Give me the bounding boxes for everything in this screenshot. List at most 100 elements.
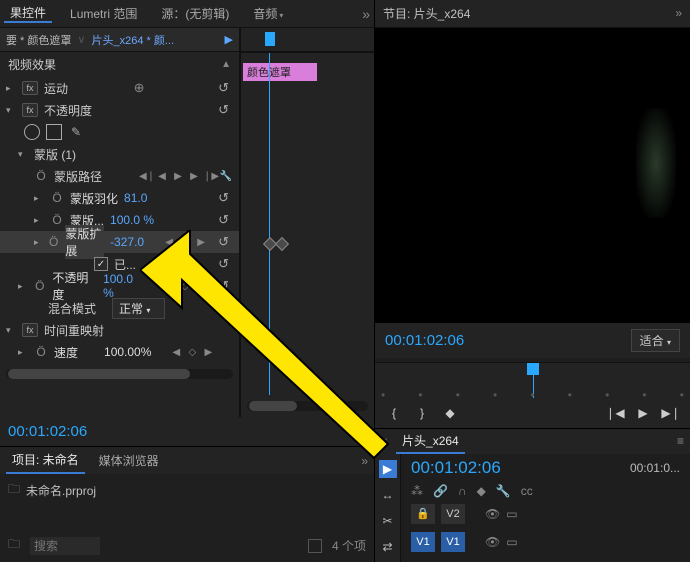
reset-icon[interactable]: ↺ xyxy=(214,256,233,272)
tab-source[interactable]: 源：(无剪辑) xyxy=(155,5,235,22)
opacity-value-row[interactable]: ▸ Ö 不透明度 100.0 % ◀ ◇ ▶ ↺ xyxy=(0,275,239,297)
link-icon[interactable]: 🔗 xyxy=(433,484,448,498)
mini-clip[interactable]: 颜色遮罩 xyxy=(243,63,317,81)
list-view-icon[interactable]: 🗀 xyxy=(8,535,20,556)
crumb-clip[interactable]: 片头_x264 * 颜... xyxy=(91,32,174,48)
step-fwd-icon[interactable]: ▶❘ xyxy=(662,404,680,422)
track-header-v1-source[interactable]: V1 xyxy=(411,532,435,552)
panel-menu-icon[interactable]: » xyxy=(675,6,682,20)
effect-controls-timecode[interactable]: 00:01:02:06 xyxy=(0,417,374,446)
snap-icon[interactable]: ⁂ xyxy=(411,484,423,498)
kf-add-icon[interactable]: ◇ xyxy=(178,237,192,248)
tab-effect-controls[interactable]: 果控件 xyxy=(4,4,52,23)
track-header-v1-target[interactable]: V1 xyxy=(441,532,465,552)
lock-icon[interactable]: 🔒 xyxy=(411,504,435,524)
mask-opacity-row[interactable]: ▸ Ö 蒙版... 100.0 % ↺ xyxy=(0,209,239,231)
toggle-output-icon[interactable]: 👁 xyxy=(485,535,500,549)
tab-audio[interactable]: 音频▾ xyxy=(247,5,289,22)
cc-icon[interactable]: cc xyxy=(521,484,533,498)
kf-add-icon[interactable]: ◇ xyxy=(178,281,192,292)
pen-mask-icon[interactable]: ✎ xyxy=(68,124,84,140)
track-prev-icon[interactable]: ◀❘ xyxy=(139,171,153,182)
toggle-sync-icon[interactable]: ▭ xyxy=(506,507,517,521)
panel-menu-icon[interactable]: » xyxy=(361,454,368,468)
selection-tool-icon[interactable]: ▶ xyxy=(379,460,397,478)
add-marker-icon[interactable]: ◆ xyxy=(441,404,459,422)
track-next-icon[interactable]: ❘▶ xyxy=(203,171,217,182)
mask-opacity-value[interactable]: 100.0 % xyxy=(110,213,154,227)
mark-out-icon[interactable]: } xyxy=(413,404,431,422)
track-fwd-icon[interactable]: ▶ xyxy=(187,171,201,182)
marker-icon[interactable]: ∩ xyxy=(458,484,467,498)
project-search-input[interactable] xyxy=(30,537,100,555)
kf-prev-icon[interactable]: ◀ xyxy=(169,347,183,358)
step-back-icon[interactable]: ❘◀ xyxy=(606,404,624,422)
effect-motion-row[interactable]: ▸ fx 运动 ⊕ ↺ xyxy=(0,77,239,99)
program-timecode[interactable]: 00:01:02:06 xyxy=(385,332,464,349)
track-back-icon[interactable]: ◀ xyxy=(155,171,169,182)
mask-feather-value[interactable]: 81.0 xyxy=(124,191,147,205)
panel-menu-icon[interactable]: » xyxy=(362,6,370,22)
opacity2-value[interactable]: 100.0 % xyxy=(103,272,144,300)
keyframe-diamond-icon[interactable] xyxy=(275,237,289,251)
reset-icon[interactable]: ↺ xyxy=(214,212,233,228)
rect-mask-icon[interactable] xyxy=(46,124,62,140)
speed-row[interactable]: ▸ Ö 速度 100.00% ◀ ◇ ▶ xyxy=(0,341,239,363)
mark-in-icon[interactable]: { xyxy=(385,404,403,422)
filter-box-icon[interactable] xyxy=(308,539,322,553)
stopwatch-icon[interactable]: Ö xyxy=(33,279,46,293)
stopwatch-icon[interactable]: Ö xyxy=(34,169,48,183)
kf-add-icon[interactable]: ◇ xyxy=(185,347,199,358)
kf-prev-icon[interactable]: ◀ xyxy=(162,281,176,292)
effect-opacity-row[interactable]: ▾ fx 不透明度 ↺ xyxy=(0,99,239,121)
ellipse-mask-icon[interactable] xyxy=(24,124,40,140)
mask-group-row[interactable]: ▾ 蒙版 (1) xyxy=(0,143,239,165)
track-header-v2[interactable]: V2 xyxy=(441,504,465,524)
panel-h-scrollbar[interactable] xyxy=(6,369,233,379)
time-remap-row[interactable]: ▾ fx 时间重映射 xyxy=(0,319,239,341)
settings-icon[interactable]: ◆ xyxy=(477,484,486,498)
razor-tool-icon[interactable]: ✂ xyxy=(379,512,397,530)
wrench-icon[interactable]: 🔧 xyxy=(496,484,511,498)
play-icon[interactable]: ▶ xyxy=(634,404,652,422)
speed-value[interactable]: 100.00% xyxy=(104,345,151,359)
mini-playhead-icon[interactable] xyxy=(265,32,275,46)
stopwatch-icon[interactable]: Ö xyxy=(50,191,64,205)
tab-project[interactable]: 项目: 未命名 xyxy=(6,447,85,474)
stopwatch-icon[interactable]: Ö xyxy=(48,235,59,249)
toggle-output-icon[interactable]: 👁 xyxy=(485,507,500,521)
ripple-tool-icon[interactable]: ↔ xyxy=(379,486,397,504)
toggle-sync-icon[interactable]: ▭ xyxy=(506,535,517,549)
program-tab[interactable]: 节目: 片头_x264 xyxy=(383,5,470,22)
kf-next-icon[interactable]: ▶ xyxy=(194,237,208,248)
target-icon[interactable]: ⊕ xyxy=(134,80,145,96)
reset-icon[interactable]: ↺ xyxy=(214,234,233,250)
sequence-timecode[interactable]: 00:01:02:06 xyxy=(411,458,501,478)
kf-prev-icon[interactable]: ◀ xyxy=(162,237,176,248)
slip-tool-icon[interactable]: ⇄ xyxy=(379,538,397,556)
mask-expansion-row[interactable]: ▸ Ö 蒙版扩展 -327.0 ◀ ◇ ▶ ↺ xyxy=(0,231,239,253)
reset-opacity-icon[interactable]: ↺ xyxy=(214,102,233,118)
kf-next-icon[interactable]: ▶ xyxy=(201,347,215,358)
mask-feather-row[interactable]: ▸ Ö 蒙版羽化 81.0 ↺ xyxy=(0,187,239,209)
mask-path-row[interactable]: Ö 蒙版路径 ◀❘ ◀ ▶ ▶ ❘▶ 🔧 xyxy=(0,165,239,187)
sequence-tab[interactable]: 片头_x264 xyxy=(396,429,465,454)
track-play-icon[interactable]: ▶ xyxy=(171,171,185,182)
mask-expansion-value[interactable]: -327.0 xyxy=(110,235,144,249)
stopwatch-icon[interactable]: Ö xyxy=(34,345,48,359)
reset-motion-icon[interactable]: ↺ xyxy=(214,80,233,96)
reset-icon[interactable]: ↺ xyxy=(214,300,233,316)
wrench-icon[interactable]: 🔧 xyxy=(219,171,233,182)
panel-menu-icon[interactable]: ≡ xyxy=(677,434,684,448)
blend-mode-row[interactable]: 混合模式 正常 ▾ ↺ xyxy=(0,297,239,319)
tab-lumetri[interactable]: Lumetri 范围 xyxy=(64,5,143,22)
reset-icon[interactable]: ↺ xyxy=(214,278,233,294)
stopwatch-icon[interactable]: Ö xyxy=(50,213,64,227)
mini-h-scrollbar[interactable] xyxy=(247,401,368,411)
kf-next-icon[interactable]: ▶ xyxy=(194,281,208,292)
program-monitor[interactable] xyxy=(375,28,690,324)
reset-icon[interactable]: ↺ xyxy=(214,190,233,206)
tab-media-browser[interactable]: 媒体浏览器 xyxy=(93,448,165,473)
program-ruler[interactable]: ••••••••• xyxy=(375,362,690,397)
blend-mode-select[interactable]: 正常 ▾ xyxy=(112,298,165,319)
